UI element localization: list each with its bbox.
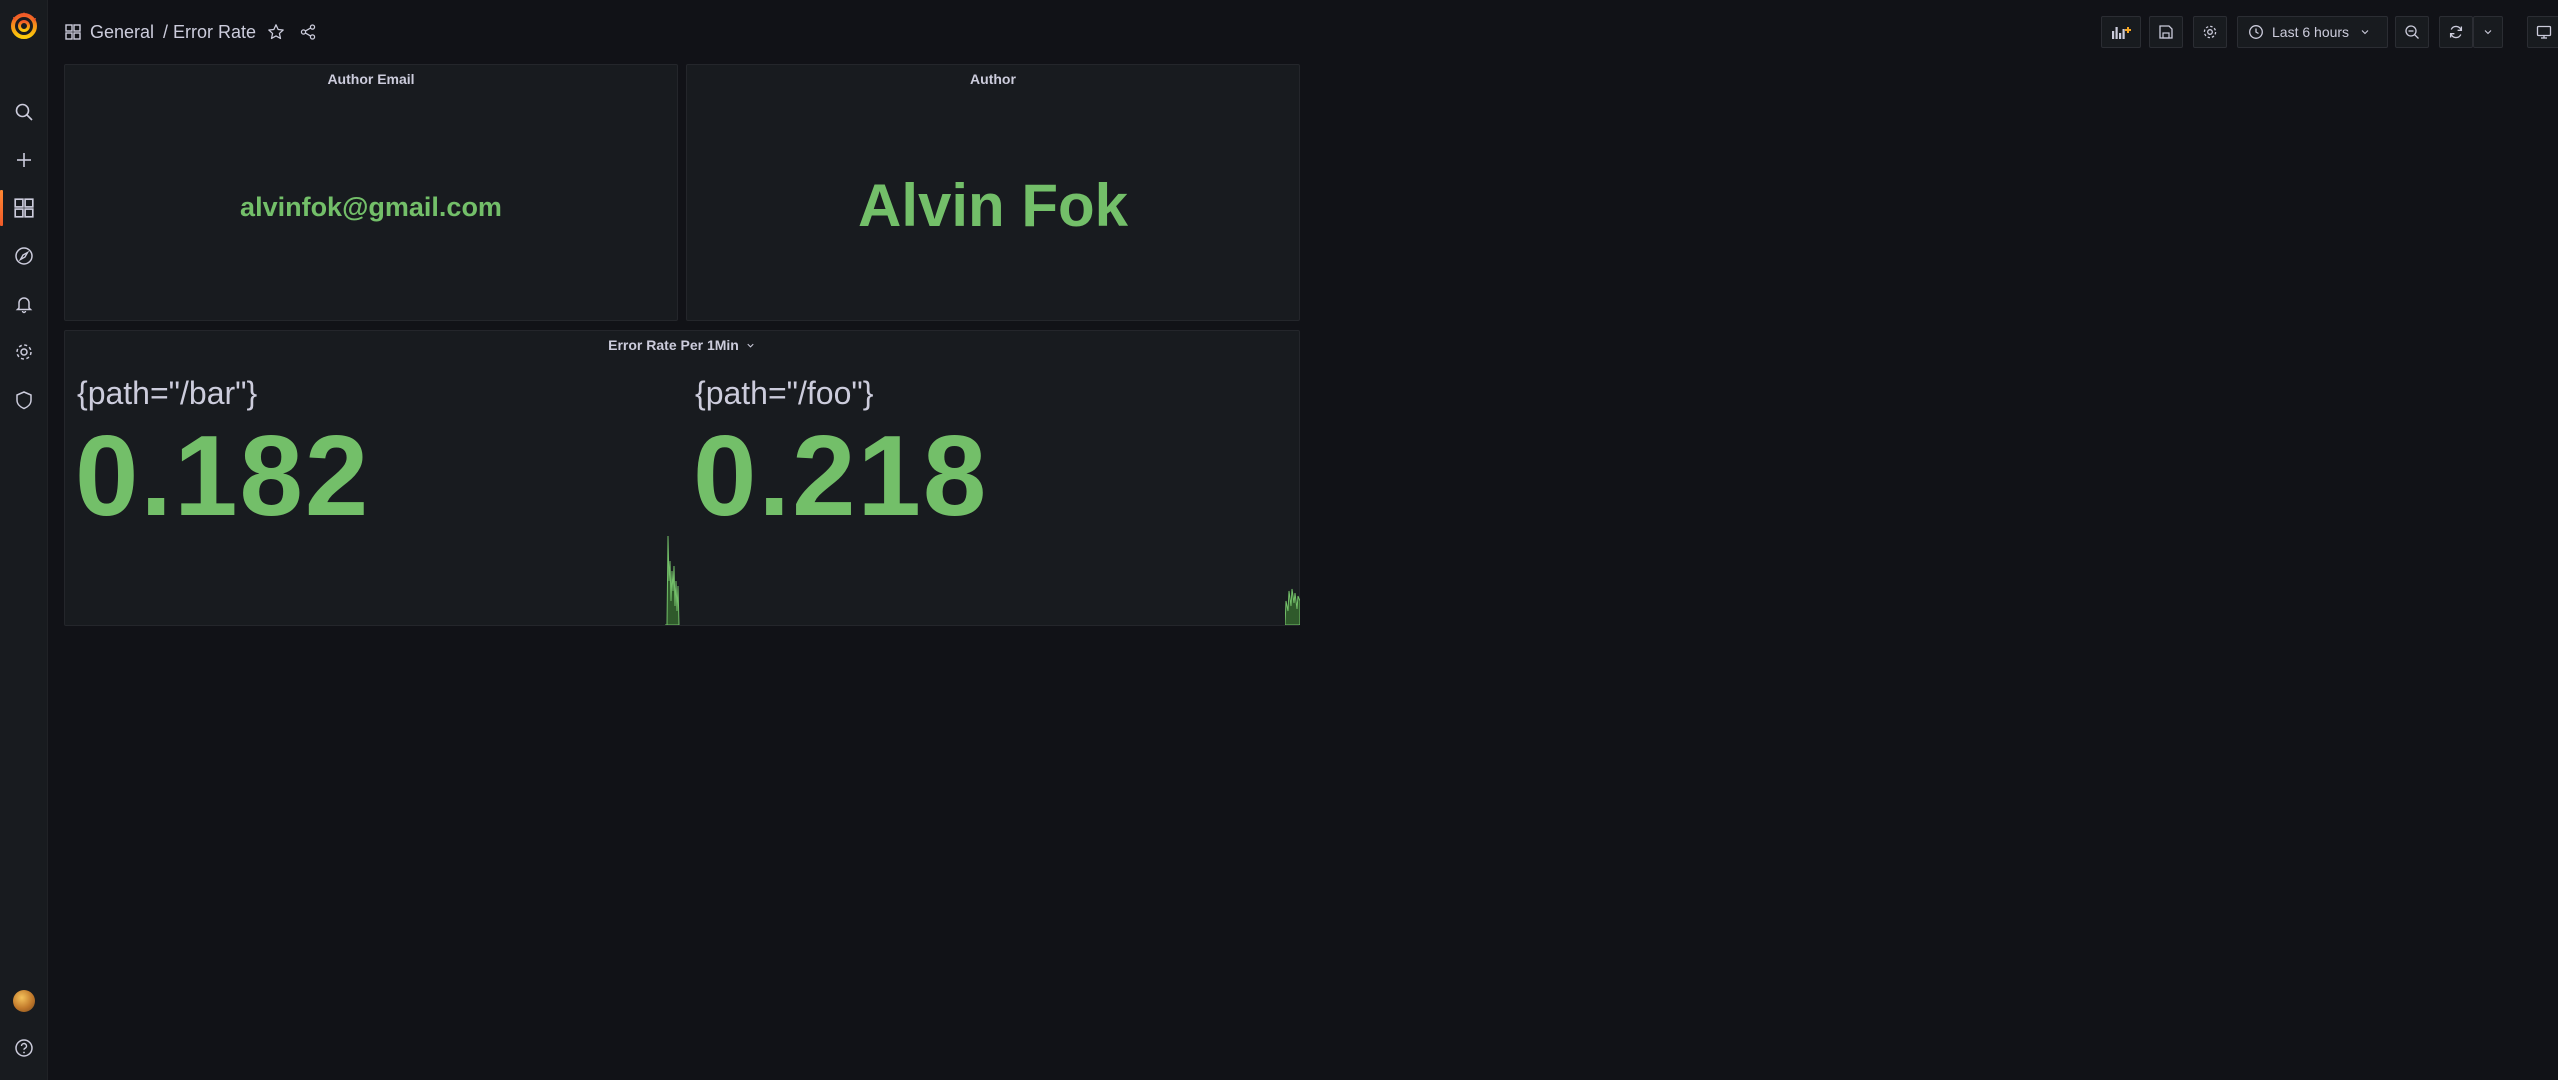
panel-title[interactable]: Author Email [65,71,677,87]
sidebar-item-dashboards[interactable] [0,188,48,228]
sidebar-item-help[interactable] [0,1028,48,1068]
sidebar-item-explore[interactable] [0,236,48,276]
panel-error-rate: Error Rate Per 1Min {path="/bar"} 0.182 … [64,330,1300,626]
panel-title: Error Rate Per 1Min [608,337,739,353]
sidebar-item-alerting[interactable] [0,284,48,324]
sidebar-item-profile[interactable] [0,981,48,1021]
refresh-icon [2449,25,2463,39]
zoom-out-button[interactable] [2395,16,2429,48]
series-value-foo: 0.218 [693,413,989,540]
chevron-down-icon [2361,30,2369,35]
panel-header[interactable]: Error Rate Per 1Min [65,337,1299,353]
grafana-logo[interactable] [7,8,41,42]
sidebar-item-server-admin[interactable] [0,380,48,420]
sparkline-foo [1285,588,1300,625]
view-mode-button[interactable] [2527,16,2558,48]
settings-icon [2203,25,2217,39]
share-button[interactable] [298,22,318,42]
refresh-button[interactable] [2439,16,2473,48]
series-name-foo: {path="/foo"} [695,375,874,411]
save-dashboard-button[interactable] [2149,16,2183,48]
zoom-out-icon [2405,25,2419,39]
author-value: Alvin Fok [857,172,1129,239]
breadcrumb-folder[interactable]: General [90,22,154,43]
time-range-picker[interactable]: Last 6 hours [2237,16,2388,48]
shield-icon [16,391,32,410]
dashboards-icon [65,24,81,40]
refresh-interval-picker[interactable] [2473,16,2503,48]
topbar: General / Error Rate Last 6 hours [48,0,2558,64]
sparkline-bar [665,535,680,625]
series-value-bar: 0.182 [75,413,371,540]
series-name-bar: {path="/bar"} [77,375,258,411]
time-range-label: Last 6 hours [2272,24,2350,40]
tv-icon [2536,25,2552,39]
bell-icon [15,297,33,314]
chevron-down-icon [747,343,754,348]
dashboard-settings-button[interactable] [2193,16,2227,48]
page-title[interactable]: / Error Rate [163,22,256,43]
plus-icon [17,153,31,167]
share-icon [300,24,316,40]
breadcrumb: General / Error Rate [64,20,318,44]
sidebar-item-configuration[interactable] [0,332,48,372]
gear-icon [16,344,32,360]
sidebar-item-create[interactable] [0,140,48,180]
add-panel-icon [2112,27,2131,39]
explore-icon [15,247,33,265]
search-icon [15,103,33,121]
star-icon [268,24,284,40]
panel-author-email: Author Email alvinfok@gmail.com [64,64,678,321]
panel-author: Author Alvin Fok [686,64,1300,321]
sidebar-item-search[interactable] [0,92,48,132]
author-email-value: alvinfok@gmail.com [240,192,502,222]
sidebar [0,0,48,1080]
help-icon [15,1039,33,1057]
chevron-down-icon [2484,30,2492,35]
star-button[interactable] [266,22,286,42]
save-icon [2159,25,2173,39]
clock-icon [2249,25,2263,39]
avatar [13,990,35,1012]
add-panel-button[interactable] [2101,16,2141,48]
dashboards-icon [14,198,34,218]
panel-title[interactable]: Author [687,71,1299,87]
